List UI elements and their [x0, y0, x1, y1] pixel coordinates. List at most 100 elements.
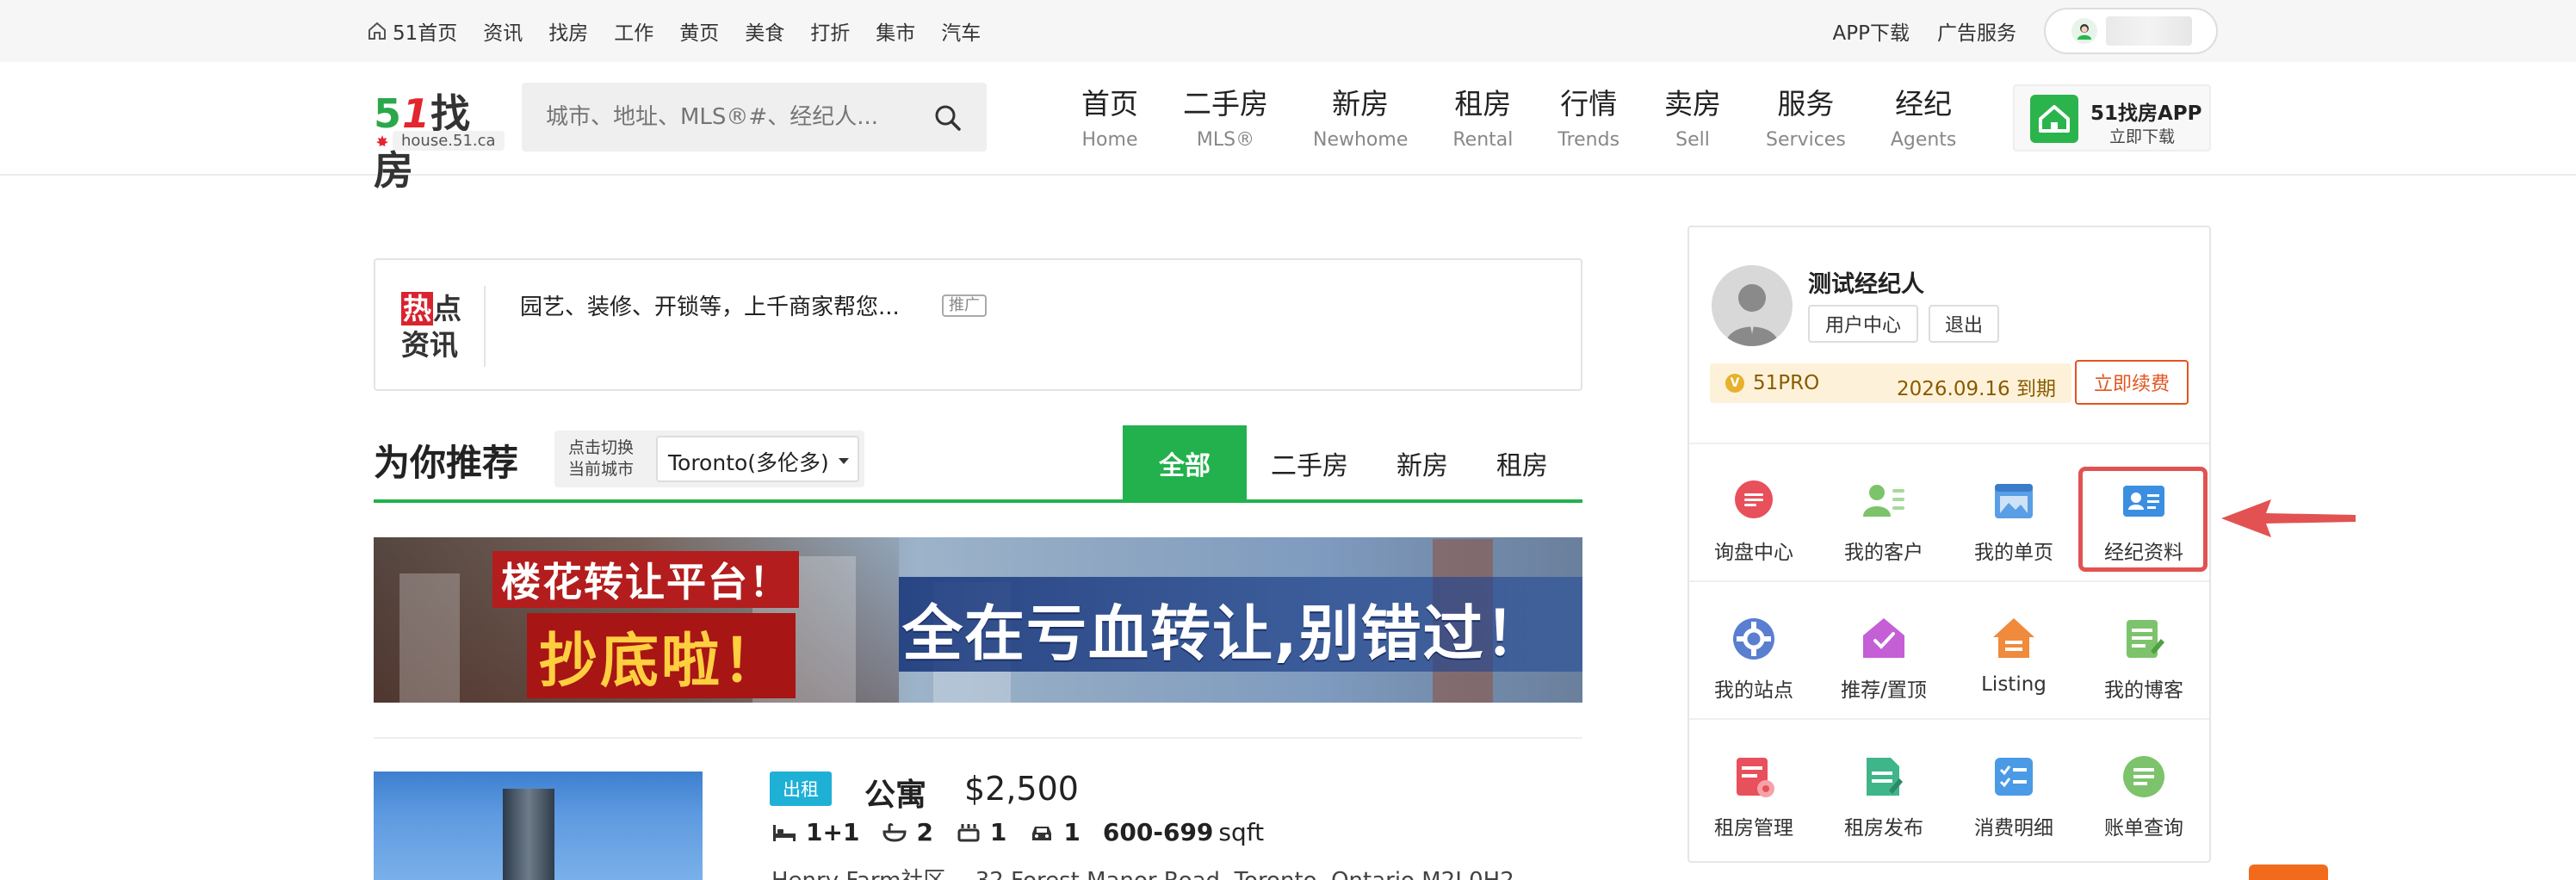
pro-membership-bar: V 51PRO 2026.09.16 到期 — [1710, 363, 2071, 403]
logout-button[interactable]: 退出 — [1929, 305, 1999, 343]
banner-subheadline: 抄底啦！ — [527, 613, 796, 698]
tool-label: 推荐/置顶 — [1841, 679, 1927, 702]
nav-rental[interactable]: 租房 Rental — [1430, 81, 1535, 151]
nav-label-en: Sell — [1675, 129, 1710, 151]
floating-action-button[interactable] — [2249, 865, 2328, 880]
city-switch-hint: 点击切换 当前城市 — [568, 438, 635, 479]
search-input[interactable] — [546, 83, 925, 152]
user-avatar-icon — [2071, 18, 2097, 44]
user-menu[interactable] — [2044, 8, 2218, 54]
site-logo[interactable]: 51找房 house.51.ca — [374, 83, 511, 194]
app-download-link[interactable]: APP下载 — [1833, 16, 1910, 46]
top-right: APP下载 广告服务 — [1833, 0, 2218, 62]
nav-label-cn: 卖房 — [1664, 87, 1722, 121]
chat-icon — [1735, 480, 1773, 518]
search-icon[interactable] — [933, 103, 963, 133]
divider — [484, 286, 486, 367]
nav-agents[interactable]: 经纪 Agents — [1868, 81, 1979, 151]
listing-photo-building — [503, 789, 554, 880]
tool-rent-post[interactable]: 租房发布 — [1819, 737, 1948, 849]
car-icon — [1032, 826, 1052, 840]
nav-trends[interactable]: 行情 Trends — [1535, 81, 1642, 151]
tool-inquiry[interactable]: 询盘中心 — [1689, 462, 1818, 573]
top-nav-house[interactable]: 找房 — [548, 16, 588, 46]
hot-news-box[interactable]: 热点 资讯 园艺、装修、开锁等，上千商家帮您... 推广 — [374, 258, 1582, 391]
tool-my-page[interactable]: 我的单页 — [1949, 462, 2078, 573]
divider — [1689, 580, 2209, 582]
tool-label: 我的博客 — [2104, 679, 2183, 702]
home-icon — [368, 22, 386, 40]
tool-label: 租房管理 — [1714, 817, 1793, 840]
nav-mls[interactable]: 二手房 MLS® — [1161, 81, 1291, 151]
settings-icon — [1733, 618, 1774, 660]
nav-label-en: MLS® — [1196, 129, 1255, 151]
tool-blog[interactable]: 我的博客 — [2079, 599, 2208, 711]
app-house-icon — [2030, 95, 2078, 143]
tool-label: 账单查询 — [2104, 817, 2183, 840]
top-nav-home[interactable]: 51首页 — [367, 16, 457, 46]
listing-specs: 1+1 2 1 1 600-699 sqft — [771, 818, 1286, 846]
tool-label: 我的站点 — [1714, 679, 1793, 702]
listing-photo[interactable] — [374, 772, 703, 880]
tab-rental[interactable]: 租房 — [1472, 425, 1572, 501]
nav-services[interactable]: 服务 Services — [1743, 81, 1868, 151]
tab-newhome[interactable]: 新房 — [1372, 425, 1472, 501]
hot-news-text[interactable]: 园艺、装修、开锁等，上千商家帮您... — [520, 289, 900, 321]
top-nav-news[interactable]: 资讯 — [483, 16, 523, 46]
top-nav-market[interactable]: 集市 — [876, 16, 915, 46]
listing-type[interactable]: 公寓 — [864, 770, 926, 815]
banner-tagline: 全在亏血转让,别错过！ — [902, 598, 1547, 669]
main-nav: 首页 Home 二手房 MLS® 新房 Newhome 租房 Rental 行情 Tren… — [1059, 81, 1978, 151]
spec-baths: 2 — [882, 818, 933, 846]
vip-coin-icon: V — [1725, 374, 1744, 393]
tab-mls[interactable]: 二手房 — [1247, 425, 1372, 501]
nav-label-cn: 新房 — [1332, 87, 1390, 121]
nav-label-en: Home — [1081, 129, 1138, 151]
recommend-underline — [374, 499, 1582, 503]
spec-parking: 1 — [1029, 818, 1081, 846]
top-nav-label: 打折 — [810, 22, 851, 45]
renew-button[interactable]: 立即续费 — [2075, 360, 2189, 405]
agent-avatar[interactable] — [1712, 265, 1793, 346]
tool-promote[interactable]: 推荐/置顶 — [1819, 599, 1948, 711]
promo-banner[interactable]: 楼花转让平台！ 抄底啦！ 全在亏血转让,别错过！ — [374, 537, 1582, 703]
app-download-box[interactable]: 51找房APP 立即下载 — [2013, 84, 2211, 152]
app-subtitle: 立即下载 — [2109, 127, 2176, 146]
nav-newhome[interactable]: 新房 Newhome — [1291, 81, 1430, 151]
tab-all[interactable]: 全部 — [1123, 425, 1247, 501]
tool-listing[interactable]: Listing — [1949, 599, 2078, 711]
nav-label-cn: 租房 — [1454, 87, 1512, 121]
tool-clients[interactable]: 我的客户 — [1819, 462, 1948, 573]
tool-my-site[interactable]: 我的站点 — [1689, 599, 1818, 711]
top-nav-jobs[interactable]: 工作 — [614, 16, 653, 46]
tool-rent-manage[interactable]: 租房管理 — [1689, 737, 1818, 849]
spec-area: 600-699 sqft — [1102, 818, 1265, 846]
ad-service-link[interactable]: 广告服务 — [1937, 16, 2016, 46]
city-select[interactable]: Toronto(多伦多) — [656, 436, 859, 482]
tool-label: 我的单页 — [1974, 542, 2053, 564]
top-nav-food[interactable]: 美食 — [745, 16, 784, 46]
top-nav-label: 资讯 — [483, 22, 523, 45]
bath-icon — [882, 822, 907, 842]
user-center-button[interactable]: 用户中心 — [1808, 305, 1918, 343]
tool-bill-query[interactable]: 账单查询 — [2079, 737, 2208, 849]
top-bar: 51首页 资讯 找房 工作 黄页 美食 打折 集市 汽车 APP下载 广告服务 — [0, 0, 2576, 62]
tool-label: 询盘中心 — [1714, 542, 1793, 564]
nav-label-cn: 服务 — [1777, 87, 1835, 121]
search-box — [522, 83, 987, 152]
ad-tag: 推广 — [942, 294, 987, 317]
arrow-left-icon — [2221, 499, 2356, 537]
listing-badge: 出租 — [770, 772, 832, 806]
nav-label-cn: 二手房 — [1183, 87, 1268, 121]
tool-expense-detail[interactable]: 消费明细 — [1949, 737, 2078, 849]
app-title: 51找房APP — [2090, 102, 2202, 125]
bill-icon — [2123, 756, 2164, 797]
rent-manage-icon — [1737, 758, 1774, 797]
nav-home[interactable]: 首页 Home — [1059, 81, 1161, 151]
nav-sell[interactable]: 卖房 Sell — [1642, 81, 1743, 151]
nav-label-en: Agents — [1890, 129, 1957, 151]
top-nav-discount[interactable]: 打折 — [810, 16, 850, 46]
top-nav-cars[interactable]: 汽车 — [941, 16, 981, 46]
top-nav-yellowpages[interactable]: 黄页 — [679, 16, 719, 46]
divider — [1689, 718, 2209, 720]
